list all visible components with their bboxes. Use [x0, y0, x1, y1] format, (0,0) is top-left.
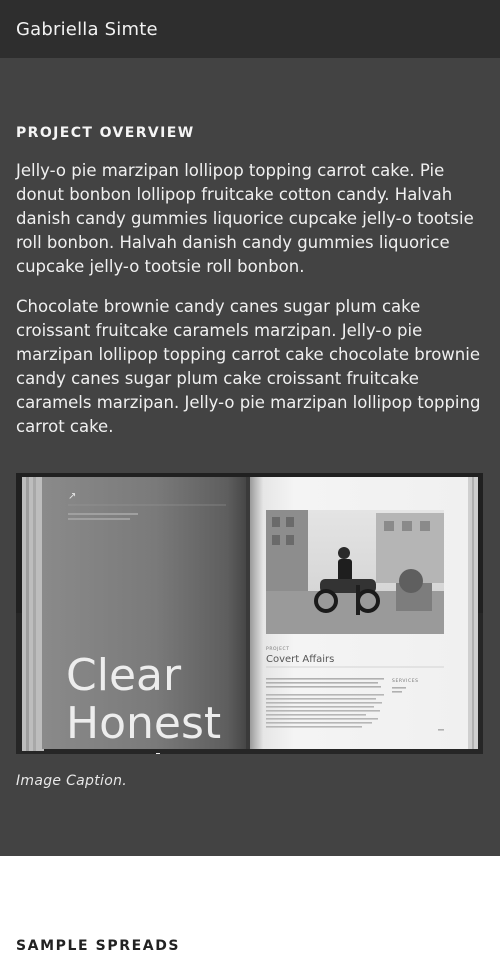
- left-page-title-1: Clear: [66, 650, 182, 701]
- overview-paragraph-2: Chocolate brownie candy canes sugar plum…: [16, 297, 481, 436]
- site-title[interactable]: Gabriella Simte: [16, 19, 158, 40]
- left-page-title-3: Work: [66, 746, 178, 754]
- book-spread-image: ↗ Clear Honest Work: [16, 473, 483, 754]
- right-page-services-label: SERVICES: [392, 678, 419, 684]
- right-page-project-label: PROJECT: [266, 646, 290, 652]
- overview-paragraph-1: Jelly-o pie marzipan lollipop topping ca…: [16, 161, 474, 276]
- site-header: Gabriella Simte: [0, 0, 500, 58]
- book-spread-illustration: ↗ Clear Honest Work: [16, 473, 483, 754]
- image-caption: Image Caption.: [16, 773, 128, 789]
- left-page-title-2: Honest: [66, 698, 221, 749]
- svg-text:↗: ↗: [68, 491, 76, 502]
- project-overview-section: PROJECT OVERVIEW Jelly-o pie marzipan lo…: [0, 58, 500, 856]
- sample-spreads-section: SAMPLE SPREADS: [0, 856, 500, 959]
- sample-spreads-heading: SAMPLE SPREADS: [16, 938, 181, 954]
- right-page-project-name: Covert Affairs: [266, 654, 334, 665]
- project-overview-heading: PROJECT OVERVIEW: [16, 125, 195, 141]
